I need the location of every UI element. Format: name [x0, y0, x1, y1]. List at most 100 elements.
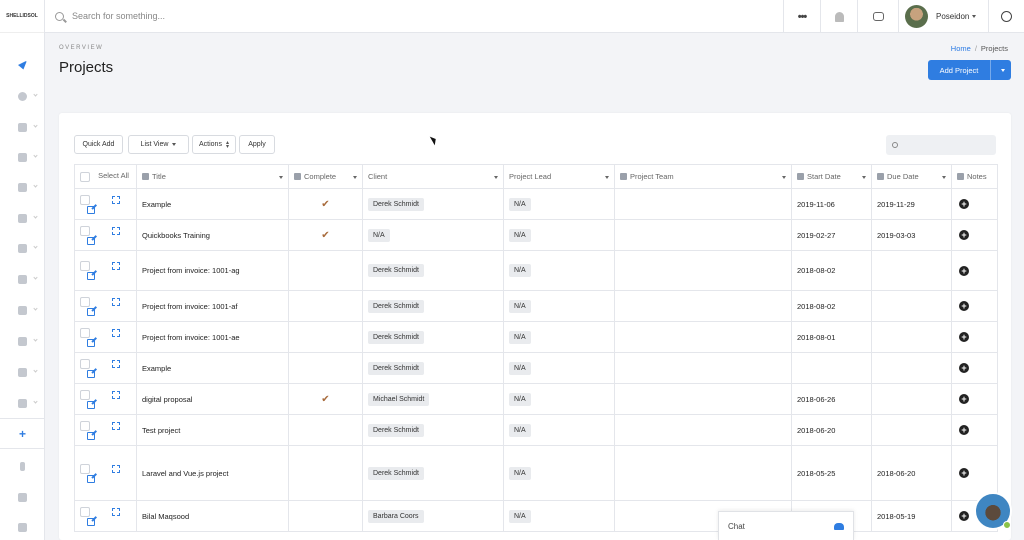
edit-icon[interactable]: [87, 236, 95, 245]
user-icon[interactable]: [0, 89, 45, 103]
expand-icon[interactable]: [112, 359, 120, 368]
row-checkbox[interactable]: [80, 358, 90, 369]
add-note-icon[interactable]: +: [959, 332, 969, 342]
client-chip[interactable]: Derek Schmidt: [368, 299, 424, 313]
expand-icon[interactable]: [112, 421, 120, 430]
add-note-icon[interactable]: +: [959, 363, 969, 373]
chat-widget[interactable]: Chat: [718, 511, 854, 540]
table-row[interactable]: Quickbooks Training ✔ N/A N/A 2019-02-27 2019…: [74, 219, 998, 251]
file-icon[interactable]: [0, 365, 45, 379]
more-button[interactable]: •••: [783, 0, 820, 33]
timer-button[interactable]: [988, 0, 1024, 33]
table-row[interactable]: digital proposal ✔ Michael Schmidt N/A 2018-…: [74, 383, 998, 415]
title-header[interactable]: Title: [136, 164, 289, 189]
calculator-icon[interactable]: [0, 520, 45, 534]
start-date-header[interactable]: Start Date: [791, 164, 872, 189]
select-all-header[interactable]: Select All: [74, 164, 137, 189]
sort-caret-icon[interactable]: [494, 176, 498, 179]
megaphone-icon[interactable]: [0, 490, 45, 504]
project-lead-chip[interactable]: N/A: [509, 330, 531, 344]
row-title[interactable]: Test project: [136, 414, 289, 446]
row-title[interactable]: Laravel and Vue.js project: [136, 445, 289, 501]
client-chip[interactable]: Derek Schmidt: [368, 330, 424, 344]
project-lead-chip[interactable]: N/A: [509, 423, 531, 437]
edit-icon[interactable]: [87, 205, 95, 214]
table-row[interactable]: Project from invoice: 1001-ag Derek Schmi…: [74, 250, 998, 291]
row-checkbox[interactable]: [80, 327, 90, 338]
add-project-dropdown[interactable]: [990, 60, 1011, 80]
row-checkbox[interactable]: [80, 261, 90, 271]
row-checkbox[interactable]: [80, 225, 90, 236]
project-lead-chip[interactable]: N/A: [509, 197, 531, 211]
add-note-icon[interactable]: +: [959, 199, 969, 209]
row-checkbox[interactable]: [80, 506, 90, 517]
client-chip[interactable]: Derek Schmidt: [368, 197, 424, 211]
add-note-icon[interactable]: +: [959, 511, 969, 521]
due-date-header[interactable]: Due Date: [871, 164, 952, 189]
add-note-icon[interactable]: +: [959, 265, 969, 276]
sort-caret-icon[interactable]: [353, 176, 357, 179]
project-lead-chip[interactable]: N/A: [509, 466, 531, 480]
project-lead-chip[interactable]: N/A: [509, 264, 531, 277]
table-row[interactable]: Project from invoice: 1001-ae Derek Schmi…: [74, 321, 998, 353]
list-icon[interactable]: [0, 150, 45, 164]
table-filter-input[interactable]: [886, 135, 996, 155]
expand-icon[interactable]: [112, 195, 120, 204]
edit-icon[interactable]: [87, 517, 95, 526]
add-note-icon[interactable]: +: [959, 468, 969, 478]
row-title[interactable]: Project from invoice: 1001-ag: [136, 250, 289, 291]
row-checkbox[interactable]: [80, 194, 90, 205]
add-note-icon[interactable]: +: [959, 394, 969, 404]
project-lead-chip[interactable]: N/A: [509, 228, 531, 242]
add-note-icon[interactable]: +: [959, 425, 969, 435]
project-lead-chip[interactable]: N/A: [509, 299, 531, 313]
expand-icon[interactable]: [112, 390, 120, 399]
client-header[interactable]: Client: [362, 164, 504, 189]
client-chip[interactable]: Barbara Coors: [368, 509, 424, 523]
document-icon[interactable]: [0, 396, 45, 410]
notifications-button[interactable]: [820, 0, 857, 33]
row-checkbox[interactable]: [80, 463, 90, 474]
envelope-icon[interactable]: [0, 241, 45, 255]
edit-icon[interactable]: [87, 307, 95, 316]
sort-caret-icon[interactable]: [862, 176, 866, 179]
messages-button[interactable]: [857, 0, 898, 33]
client-chip[interactable]: Michael Schmidt: [368, 392, 430, 406]
select-all-checkbox[interactable]: [80, 171, 90, 182]
client-chip[interactable]: Derek Schmidt: [368, 423, 424, 437]
checkbox-icon[interactable]: [0, 211, 45, 225]
edit-icon[interactable]: [87, 338, 95, 347]
expand-icon[interactable]: [112, 297, 120, 306]
project-lead-chip[interactable]: N/A: [509, 509, 531, 523]
quick-add-button[interactable]: Quick Add: [74, 135, 123, 154]
row-checkbox[interactable]: [80, 389, 90, 400]
edit-icon[interactable]: [87, 474, 95, 483]
users-icon[interactable]: [0, 120, 45, 134]
expand-icon[interactable]: [112, 464, 120, 473]
plus-icon[interactable]: +: [0, 427, 45, 441]
table-row[interactable]: Test project Derek Schmidt N/A 2018-06-20 +: [74, 414, 998, 446]
table-row[interactable]: Example Derek Schmidt N/A +: [74, 352, 998, 384]
edit-icon[interactable]: [87, 369, 95, 378]
trash-icon[interactable]: [0, 272, 45, 286]
table-row[interactable]: Example ✔ Derek Schmidt N/A 2019-11-06 2019-1…: [74, 188, 998, 220]
row-title[interactable]: Example: [136, 188, 289, 220]
client-chip[interactable]: N/A: [368, 228, 390, 242]
client-chip[interactable]: Derek Schmidt: [368, 466, 424, 480]
expand-icon[interactable]: [112, 328, 120, 337]
add-note-icon[interactable]: +: [959, 230, 969, 240]
project-lead-header[interactable]: Project Lead: [503, 164, 615, 189]
edit-icon[interactable]: [87, 400, 95, 409]
actions-select[interactable]: Actions ▴ ▾: [192, 135, 236, 154]
expand-icon[interactable]: [112, 507, 120, 516]
project-team-header[interactable]: Project Team: [614, 164, 792, 189]
row-title[interactable]: Bilal Maqsood: [136, 500, 289, 532]
add-note-icon[interactable]: +: [959, 301, 969, 311]
search-input[interactable]: [72, 11, 332, 21]
paper-plane-icon[interactable]: [0, 58, 45, 72]
sort-caret-icon[interactable]: [942, 176, 946, 179]
list-view-dropdown[interactable]: List View: [128, 135, 189, 154]
facebook-icon[interactable]: [0, 459, 45, 473]
sitemap-icon[interactable]: [0, 303, 45, 317]
user-menu[interactable]: Poseidon: [898, 0, 988, 33]
